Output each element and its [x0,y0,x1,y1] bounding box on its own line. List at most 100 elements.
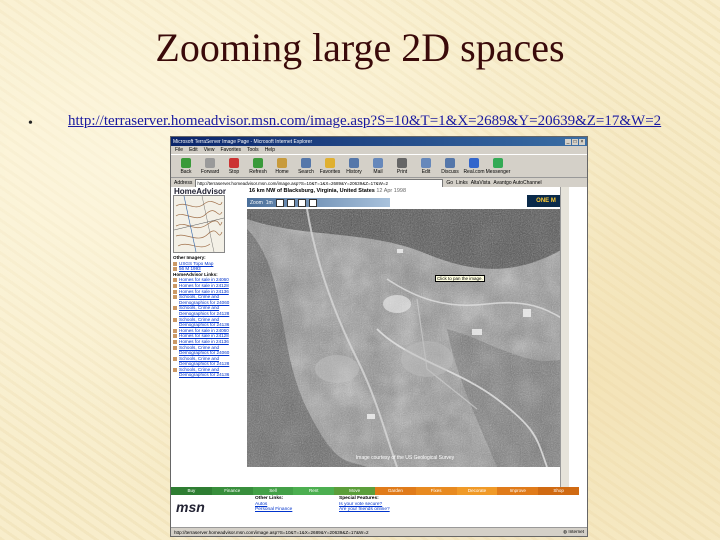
toolbar-home-button[interactable]: Home [271,157,293,175]
toolbar-print-button[interactable]: Print [391,157,413,175]
forward-arrow-icon [205,157,215,168]
discuss-icon [445,157,455,168]
map-header: 16 km NW of Blacksburg, Virginia, United… [247,187,569,209]
satellite-image[interactable]: Click to pan the image. Image courtesy o… [247,209,563,467]
messenger-icon [493,157,503,168]
toolbar-refresh-button[interactable]: Refresh [247,157,269,175]
window-title: Microsoft TerraServer Image Page - Micro… [173,138,313,145]
location-title: 16 km NW of Blacksburg, Virginia, United… [249,188,407,194]
image-date: 12 Apr 1998 [376,188,407,194]
topo-thumbnail[interactable] [173,195,225,253]
nav-shop[interactable]: Shop [538,487,579,495]
menu-favorites[interactable]: Favorites [220,147,241,153]
nav-garden[interactable]: Garden [374,487,416,495]
toolbar-label: Stop [228,168,240,175]
toolbar-label: History [346,168,362,175]
zoom-level-button[interactable] [297,198,306,207]
globe-icon: ◍ [563,529,568,534]
nav-rent[interactable]: Rent [293,487,335,495]
advisor-link[interactable]: Schools, Crime and Demographics for 2412… [173,356,245,367]
zoom-level-button[interactable] [286,198,295,207]
toolbar-label: Back [180,168,192,175]
history-icon [349,157,359,168]
advisor-link[interactable]: Schools, Crime and Demographics for 2413… [173,367,245,378]
zoom-label: Zoom [250,199,263,206]
print-icon [397,157,407,168]
advisor-link[interactable]: Schools, Crime and Demographics for 2406… [173,294,245,305]
toolbar-favorites-button[interactable]: Favorites [319,157,341,175]
toolbar-forward-button[interactable]: Forward [199,157,221,175]
search-icon [301,157,311,168]
advisor-link[interactable]: Schools, Crime and Demographics for 2413… [173,317,245,328]
toolbar-label: Home [275,168,289,175]
menu-bar: File Edit View Favorites Tools Help [171,146,587,154]
address-label: Address [174,180,193,186]
toolbar-stop-button[interactable]: Stop [223,157,245,175]
real-icon [469,157,479,168]
go-button[interactable]: Go [446,180,453,186]
map-area: 16 km NW of Blacksburg, Virginia, United… [247,187,569,487]
links-altavista[interactable]: AltaVista [471,180,491,186]
zoom-level-button[interactable] [308,198,317,207]
zoom-bar: Zoom 1m [247,198,390,207]
nav-move[interactable]: Move [334,487,375,495]
slide-title: Zooming large 2D spaces [155,25,565,70]
sidebar-links: Other Imagery: USGS Topo Map 56 M 1993 H… [173,255,245,378]
zoom-level-button[interactable] [275,198,284,207]
toolbar-mail-button[interactable]: Mail [367,157,389,175]
refresh-icon [253,157,263,168]
menu-edit[interactable]: Edit [189,147,198,153]
zone-label: ◍ Internet [563,529,584,534]
toolbar-history-button[interactable]: History [343,157,365,175]
toolbar-label: Refresh [249,168,267,175]
aerial-photo[interactable] [247,209,563,467]
toolbar-label: Search [298,168,314,175]
advisor-link[interactable]: Schools, Crime and Demographics for 2412… [173,305,245,316]
nav-fixes[interactable]: Fixes [415,487,457,495]
msn-logo[interactable]: msn [176,499,205,515]
browser-titlebar: Microsoft TerraServer Image Page - Micro… [171,137,587,146]
links-label[interactable]: Links [456,180,468,186]
menu-tools[interactable]: Tools [247,147,259,153]
bullet-marker: • [28,116,33,131]
close-button[interactable]: × [579,138,585,145]
nav-sell[interactable]: Sell [252,487,294,495]
toolbar-real-com-button[interactable]: Real.com [463,157,485,175]
category-nav-strip: Buy Finance Sell Rent Move Garden Fixes Decorat… [171,487,579,495]
maximize-button[interactable]: □ [572,138,578,145]
special-features-section: Special Features: Is your vote secure? A… [339,496,390,513]
terraserver-link[interactable]: http://terraserver.homeadvisor.msn.com/i… [68,113,708,130]
links-autochannel[interactable]: Avantgo AutoChannel [493,180,541,186]
toolbar-label: Messenger [485,168,511,175]
special-link-friends[interactable]: Are your friends online? [339,507,390,513]
menu-view[interactable]: View [204,147,215,153]
imagery-link[interactable]: 56 M 1993 [173,266,245,272]
menu-file[interactable]: File [175,147,183,153]
toolbar-discuss-button[interactable]: Discuss [439,157,461,175]
toolbar-label: Mail [373,168,383,175]
browser-toolbar: Back Forward Stop Refresh Home Search Favorite… [171,154,587,178]
toolbar-back-button[interactable]: Back [175,157,197,175]
other-link-finance[interactable]: Personal Finance [255,507,292,513]
toolbar-label: Discuss [441,168,459,175]
map-vertical-scrollbar[interactable] [560,187,569,487]
edit-icon [421,157,431,168]
back-arrow-icon [181,157,191,168]
pan-tooltip: Click to pan the image. [435,275,485,282]
toolbar-messenger-button[interactable]: Messenger [485,157,511,175]
toolbar-search-button[interactable]: Search [295,157,317,175]
nav-finance[interactable]: Finance [211,487,253,495]
page-content: HomeAdvisor Other Imagery: USGS Topo Map… [171,187,587,527]
toolbar-label: Edit [421,168,431,175]
menu-help[interactable]: Help [265,147,275,153]
status-url: http://terraserver.homeadvisor.msn.com/i… [174,529,369,535]
toolbar-edit-button[interactable]: Edit [415,157,437,175]
page-footer: msn Other Links: Autos Personal Finance … [171,495,579,525]
left-sidebar: HomeAdvisor Other Imagery: USGS Topo Map… [171,187,247,487]
browser-window: Microsoft TerraServer Image Page - Micro… [170,136,588,537]
nav-buy[interactable]: Buy [171,487,212,495]
advisor-link[interactable]: Schools, Crime and Demographics for 2406… [173,345,245,356]
nav-decorate[interactable]: Decorate [456,487,498,495]
nav-improve[interactable]: Improve [497,487,539,495]
minimize-button[interactable]: _ [565,138,571,145]
